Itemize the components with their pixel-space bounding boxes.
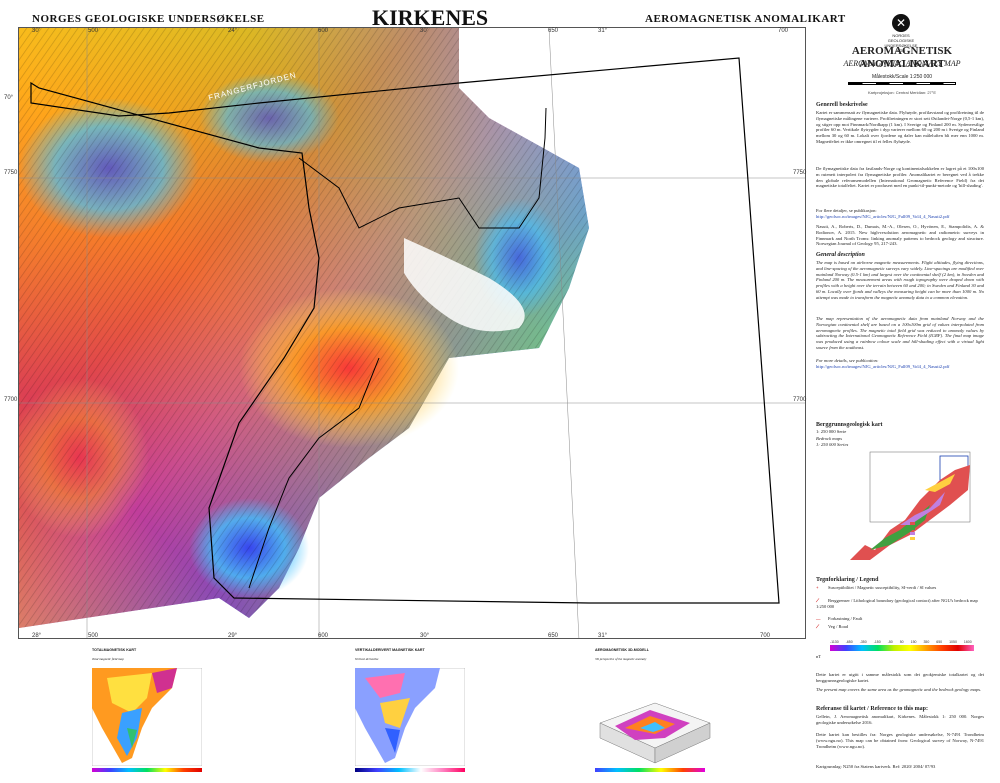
inset-colorbar (595, 768, 705, 772)
general-heading: Generell beskrivelse (816, 102, 868, 108)
inset-subtitle: Vertical derivative (355, 657, 379, 661)
panel-subtitle: AEROMAGNETIC ANOMALY MAP (843, 59, 961, 68)
bottom-tick: 500 (88, 633, 99, 639)
inset-map (92, 668, 202, 766)
inset-colorbar (355, 768, 465, 772)
reference-heading: Referanse til kartet / Reference to this… (816, 706, 929, 712)
reference-1: Nasuti, A., Roberts, D., Dumais, M.-A., … (816, 224, 984, 247)
inset-total-field[interactable]: TOTALMAGNETISK KART Total magnetic field… (92, 648, 222, 778)
road-line-icon: ⟋ (816, 624, 820, 629)
inset-map (355, 668, 465, 766)
overlay-note-en: The present map covers the same area as … (816, 687, 982, 692)
inset-title: VERTIKALDERIVERT MAGNETISK KART (355, 648, 425, 652)
top-tick: 700 (778, 28, 789, 34)
fault-line-icon: — (816, 616, 821, 621)
top-tick: 31° (598, 28, 608, 34)
bottom-tick: 28° (32, 633, 42, 639)
legend-panel: ✕ NORGES GEOLOGISKE UNDERSØKELSE NGU AER… (812, 12, 992, 778)
bottom-tick: 29° (228, 633, 238, 639)
general-en-text-2: The map representation of the aeromagnet… (816, 316, 984, 350)
inset-3d-view (599, 702, 711, 764)
publication-link-en[interactable]: http://geolsoc.no/images/NJG_articles/NJ… (816, 364, 984, 370)
order-text: Dette kartet kan bestilles fra: Norges g… (816, 732, 984, 749)
right-tick: 7750 (793, 170, 807, 176)
bottom-tick: 600 (318, 633, 329, 639)
scale-label: Målestokk/Scale 1:250 000 (871, 74, 933, 80)
general-en-text: The map is based on airborne magnetic me… (816, 260, 984, 300)
general-en-heading: General description (816, 252, 865, 258)
ngu-logo-icon: ✕ (892, 14, 910, 32)
top-tick: 600 (318, 28, 329, 34)
anomaly-map-image (19, 28, 805, 638)
bedrock-en: Bedrock maps (816, 436, 842, 441)
reference-text: Gellein, J. Aeromagnetisk anomalikart, K… (816, 714, 984, 725)
top-tick: 500 (88, 28, 99, 34)
inset-subtitle: Total magnetic field map (92, 657, 124, 661)
bedrock-index-map (850, 451, 971, 560)
top-tick: 30' (32, 28, 40, 34)
legend-heading: Tegnforklaring / Legend (816, 577, 879, 583)
overlay-note: Dette kartet er utgitt i samme målestokk… (816, 672, 984, 683)
more-detail-en: For more details, see publication: (816, 358, 879, 363)
projection-note: Kartprojeksjon: Central Meridian: 27°E (867, 90, 937, 95)
bottom-tick: 31° (598, 633, 608, 639)
legend-row: — Forkastning / Fault (816, 616, 863, 621)
inset-subtitle: 3D perspective of the magnetic anomaly (595, 657, 647, 661)
bottom-tick: 650 (548, 633, 559, 639)
anomaly-colorbar (830, 645, 974, 651)
left-tick: 70° (4, 95, 14, 101)
main-map[interactable]: FRANGERFJORDEN (18, 27, 806, 639)
bedrock-sub: 1: 250 000 Serie (816, 429, 847, 434)
inset-title: TOTALMAGNETISK KART (92, 648, 137, 652)
top-tick: 650 (548, 28, 559, 34)
general-text: Kartet er sammensatt av flymagnetiske da… (816, 110, 984, 144)
legend-row: + Susceptibilitet / Magnetic susceptibili… (816, 585, 937, 590)
top-tick: 30' (420, 28, 428, 34)
scale-bar (848, 82, 956, 85)
bottom-tick: 700 (760, 633, 771, 639)
inset-colorbar (92, 768, 202, 772)
colorbar-unit: nT (816, 654, 822, 659)
right-tick: 7700 (793, 397, 807, 403)
more-detail: For flere detaljer, se publikasjon: (816, 208, 877, 213)
bottom-tick: 30° (420, 633, 430, 639)
general-text-2: De flymagnetiske data fra fastlands-Norg… (816, 166, 984, 189)
inset-title: AEROMAGNETISK 3D-MODELL (595, 648, 649, 652)
publication-link[interactable]: http://geolsoc.no/images/NJG_articles/NJ… (816, 214, 984, 220)
bedrock-heading: Berggrunnsgeologisk kart (816, 422, 883, 428)
bedrock-en-sub: 1: 250 000 Series (816, 442, 849, 447)
left-tick: 7700 (4, 397, 18, 403)
legend-row: ⟋ Berggrenser / Lithological boundary (ge… (816, 598, 978, 609)
inset-vertical-derivative[interactable]: VERTIKALDERIVERT MAGNETISK KART Vertical… (355, 648, 485, 778)
footer-note: Kartgrunnlag: N250 fra Statens kartverk.… (816, 764, 936, 769)
top-tick: 24° (228, 28, 238, 34)
susceptibility-symbol-icon: + (816, 585, 819, 590)
inset-3d-model[interactable]: AEROMAGNETISK 3D-MODELL 3D perspective o… (595, 648, 725, 778)
left-tick: 7750 (4, 170, 18, 176)
publisher-heading: NORGES GEOLOGISKE UNDERSØKELSE (32, 13, 265, 25)
legend-row: ⟋ Veg / Road (816, 624, 848, 629)
